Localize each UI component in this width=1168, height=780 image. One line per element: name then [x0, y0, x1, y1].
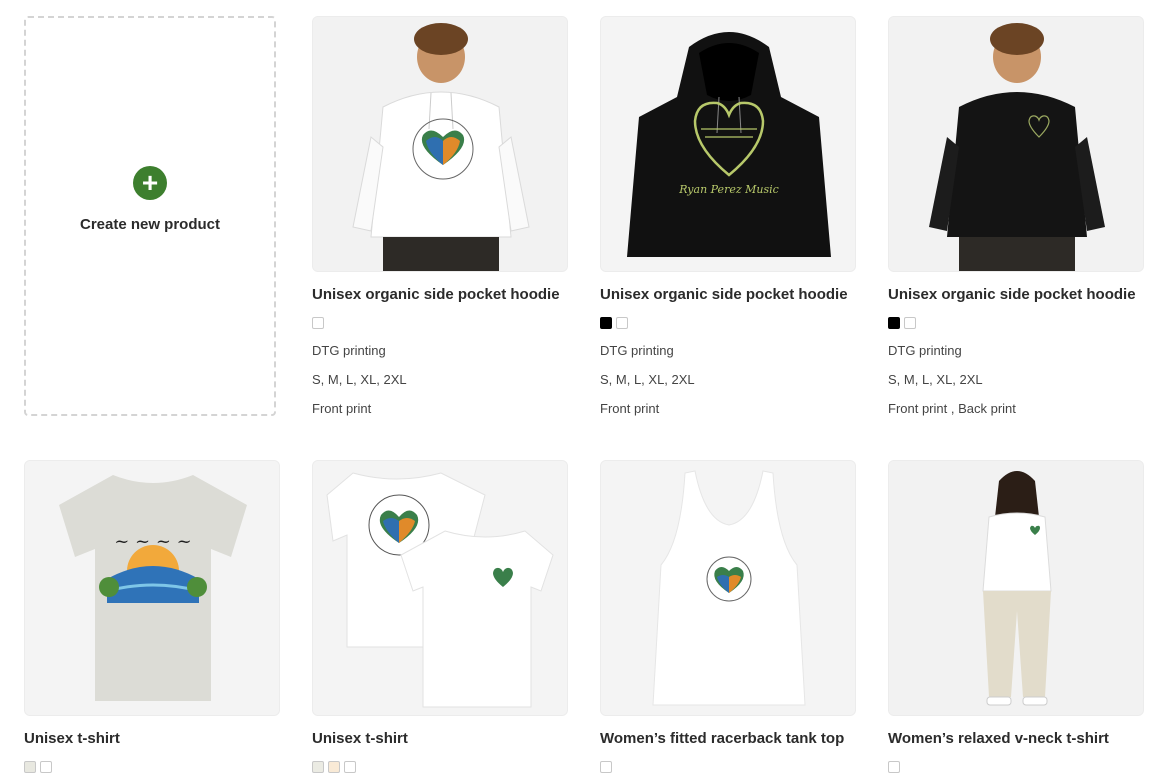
color-swatches [600, 317, 856, 329]
product-card[interactable]: Unisex organic side pocket hoodie DTG pr… [312, 16, 568, 416]
product-title[interactable]: Unisex t-shirt [312, 730, 568, 747]
color-swatch[interactable] [600, 317, 612, 329]
sizes: S, M, L, XL, 2XL [888, 372, 983, 387]
color-swatch[interactable] [888, 317, 900, 329]
product-image[interactable] [600, 460, 856, 716]
product-grid: + Create new product Unisex organic side… [0, 0, 1168, 780]
product-image[interactable] [312, 16, 568, 272]
product-card[interactable]: Ryan Perez Music Unisex organic side poc… [600, 16, 856, 416]
print-placement: Front print [312, 401, 372, 416]
product-image[interactable]: ~ ~ ~ ~ [24, 460, 280, 716]
product-title[interactable]: Unisex t-shirt [24, 730, 280, 747]
printing-method: DTG printing [600, 343, 674, 358]
product-card[interactable]: ~ ~ ~ ~ Unisex t-shirt [24, 460, 280, 773]
color-swatches [888, 761, 1144, 773]
sizes: S, M, L, XL, 2XL [312, 372, 407, 387]
product-title[interactable]: Unisex organic side pocket hoodie [600, 286, 856, 303]
svg-text:~ ~ ~ ~: ~ ~ ~ ~ [114, 531, 192, 552]
color-swatch[interactable] [40, 761, 52, 773]
color-swatch[interactable] [312, 317, 324, 329]
product-image[interactable] [888, 460, 1144, 716]
printing-method: DTG printing [312, 343, 386, 358]
color-swatches [888, 317, 1144, 329]
color-swatch[interactable] [24, 761, 36, 773]
product-card[interactable]: Unisex organic side pocket hoodie DTG pr… [888, 16, 1144, 416]
product-title[interactable]: Women’s relaxed v-neck t-shirt [888, 730, 1144, 747]
color-swatches [600, 761, 856, 773]
svg-text:Ryan Perez Music: Ryan Perez Music [678, 183, 779, 196]
color-swatch[interactable] [904, 317, 916, 329]
product-card[interactable]: Women’s relaxed v-neck t-shirt [888, 460, 1144, 773]
print-placement: Front print [600, 401, 660, 416]
product-image[interactable]: Ryan Perez Music [600, 16, 856, 272]
color-swatch[interactable] [600, 761, 612, 773]
color-swatch[interactable] [328, 761, 340, 773]
color-swatches [312, 761, 568, 773]
color-swatches [24, 761, 280, 773]
product-title[interactable]: Women’s fitted racerback tank top [600, 730, 856, 747]
product-card[interactable]: Women’s fitted racerback tank top [600, 460, 856, 773]
create-new-product-label: Create new product [79, 215, 221, 233]
color-swatch[interactable] [344, 761, 356, 773]
product-title[interactable]: Unisex organic side pocket hoodie [312, 286, 568, 303]
print-placement: Front print , Back print [888, 401, 1016, 416]
color-swatches [312, 317, 568, 329]
color-swatch[interactable] [616, 317, 628, 329]
plus-icon: + [133, 165, 167, 200]
create-new-product-card[interactable]: + Create new product [24, 16, 276, 416]
color-swatch[interactable] [312, 761, 324, 773]
product-card[interactable]: Unisex t-shirt [312, 460, 568, 773]
product-image[interactable] [888, 16, 1144, 272]
color-swatch[interactable] [888, 761, 900, 773]
product-image[interactable] [312, 460, 568, 716]
printing-method: DTG printing [888, 343, 962, 358]
sizes: S, M, L, XL, 2XL [600, 372, 695, 387]
product-title[interactable]: Unisex organic side pocket hoodie [888, 286, 1144, 303]
